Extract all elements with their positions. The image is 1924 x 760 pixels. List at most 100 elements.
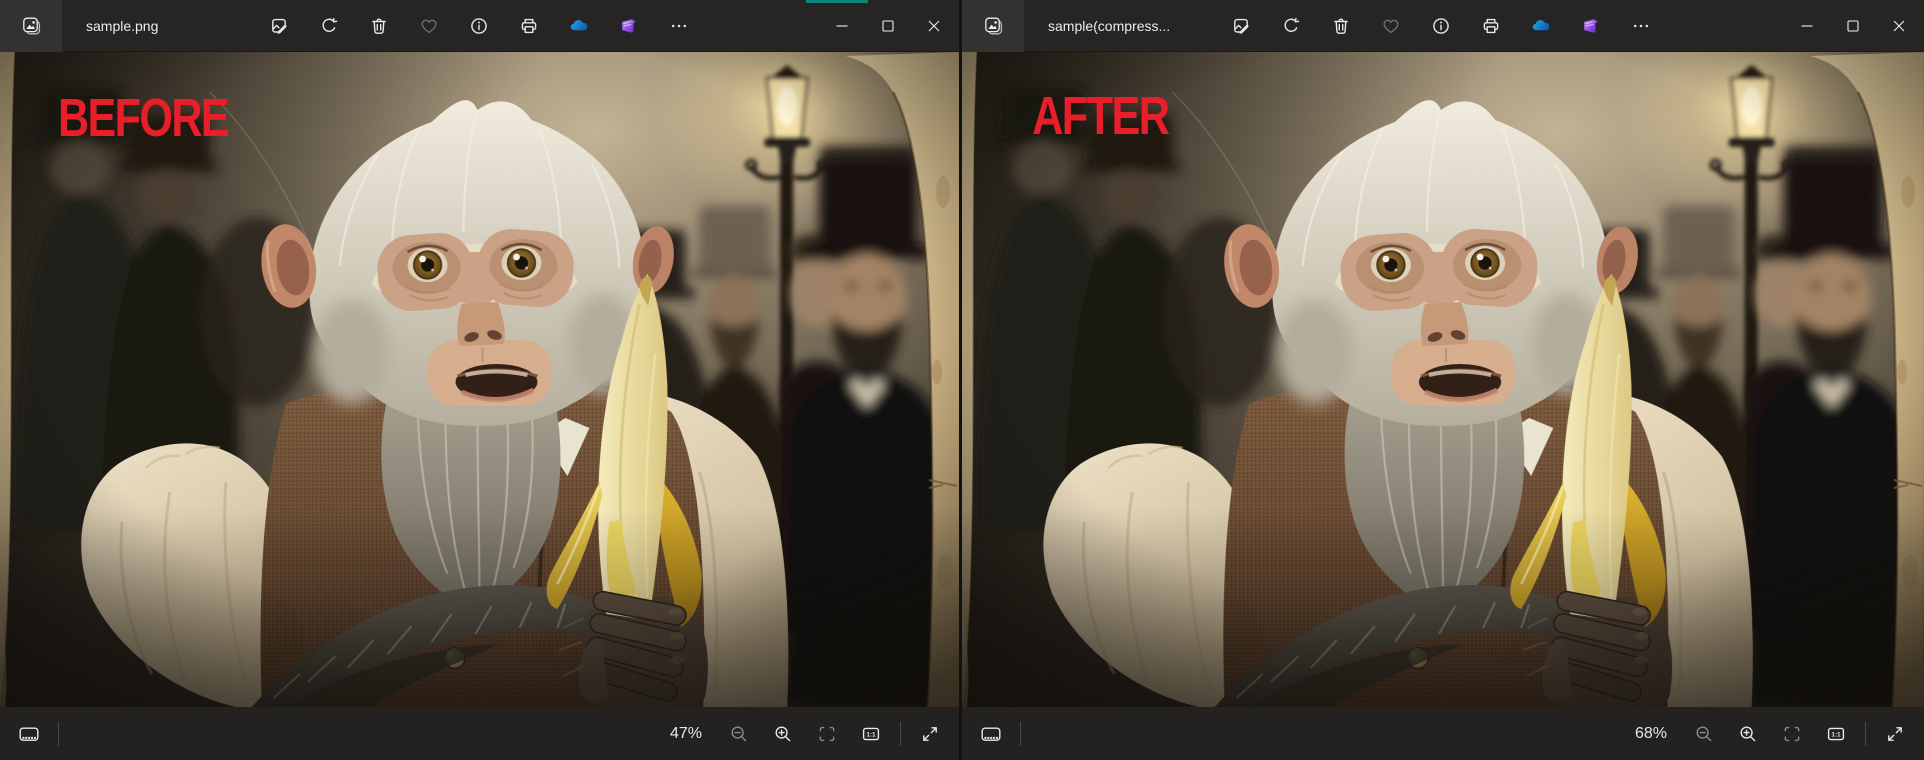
fullscreen-button[interactable] — [1880, 716, 1910, 752]
info-icon — [469, 16, 489, 36]
ellipsis-icon — [669, 16, 689, 36]
photos-app-icon — [983, 16, 1003, 36]
onedrive-cloud-icon — [569, 16, 589, 36]
zoom-in-button[interactable] — [768, 716, 798, 752]
print-button[interactable] — [1476, 7, 1506, 45]
statusbar: 68% 1:1 — [962, 707, 1924, 760]
zoom-out-button[interactable] — [1689, 716, 1719, 752]
filmstrip-icon — [18, 724, 40, 744]
photos-app-button[interactable] — [962, 0, 1024, 52]
fit-to-window-icon — [1782, 724, 1802, 744]
filmstrip-icon — [980, 724, 1002, 744]
photo-viewer-after[interactable]: AFTER — [962, 52, 1924, 707]
onedrive-button[interactable] — [1526, 7, 1556, 45]
filmstrip-toggle-button[interactable] — [14, 716, 44, 752]
divider — [58, 721, 59, 746]
actual-size-button[interactable]: 1:1 — [856, 716, 886, 752]
actual-size-button[interactable]: 1:1 — [1821, 716, 1851, 752]
clipchamp-icon — [1581, 16, 1601, 36]
titlebar: sample.png — [0, 0, 959, 52]
filmstrip-toggle-button[interactable] — [976, 716, 1006, 752]
fit-to-window-icon — [817, 724, 837, 744]
print-icon — [519, 16, 539, 36]
rotate-icon — [1281, 16, 1301, 36]
zoom-out-icon — [729, 724, 749, 744]
zoom-percentage: 47% — [669, 724, 702, 742]
statusbar: 47% 1:1 — [0, 707, 959, 760]
print-icon — [1481, 16, 1501, 36]
zoom-out-button[interactable] — [724, 716, 754, 752]
ellipsis-icon — [1631, 16, 1651, 36]
zoom-in-button[interactable] — [1733, 716, 1763, 752]
toolbar — [264, 0, 694, 52]
rotate-button[interactable] — [1276, 7, 1306, 45]
trash-icon — [1331, 16, 1351, 36]
divider — [900, 721, 901, 746]
zoom-out-icon — [1694, 724, 1714, 744]
onedrive-button[interactable] — [564, 7, 594, 45]
titlebar: sample(compress... — [962, 0, 1924, 52]
divider — [1865, 721, 1866, 746]
info-icon — [1431, 16, 1451, 36]
before-label: BEFORE — [58, 88, 228, 148]
window-title: sample(compress... — [1048, 17, 1171, 34]
print-button[interactable] — [514, 7, 544, 45]
actual-size-icon: 1:1 — [862, 727, 880, 740]
window-controls — [819, 0, 957, 52]
more-options-button[interactable] — [664, 7, 694, 45]
rotate-icon — [319, 16, 339, 36]
close-button[interactable] — [1876, 0, 1922, 52]
fullscreen-button[interactable] — [915, 716, 945, 752]
heart-icon — [1381, 16, 1401, 36]
info-button[interactable] — [1426, 7, 1456, 45]
edit-image-button[interactable] — [1226, 7, 1256, 45]
delete-button[interactable] — [364, 7, 394, 45]
delete-button[interactable] — [1326, 7, 1356, 45]
minimize-icon — [1797, 16, 1817, 36]
maximize-button[interactable] — [1830, 0, 1876, 52]
maximize-icon — [1843, 16, 1863, 36]
close-button[interactable] — [911, 0, 957, 52]
edit-image-icon — [1231, 16, 1251, 36]
favorite-button[interactable] — [414, 7, 444, 45]
clipchamp-icon — [619, 16, 639, 36]
fullscreen-icon — [920, 724, 940, 744]
favorite-button[interactable] — [1376, 7, 1406, 45]
more-options-button[interactable] — [1626, 7, 1656, 45]
photos-app-icon — [21, 16, 41, 36]
clipchamp-button[interactable] — [614, 7, 644, 45]
edit-image-button[interactable] — [264, 7, 294, 45]
clipchamp-button[interactable] — [1576, 7, 1606, 45]
maximize-icon — [878, 16, 898, 36]
onedrive-cloud-icon — [1531, 16, 1551, 36]
minimize-button[interactable] — [819, 0, 865, 52]
fullscreen-icon — [1885, 724, 1905, 744]
close-icon — [924, 16, 944, 36]
minimize-icon — [832, 16, 852, 36]
actual-size-icon: 1:1 — [1827, 727, 1845, 740]
trash-icon — [369, 16, 389, 36]
desktop: sample.png BEFORE 47% 1:1 sample(compres… — [0, 0, 1924, 760]
zoom-in-icon — [1738, 724, 1758, 744]
photos-window-before: sample.png BEFORE 47% 1:1 — [0, 0, 959, 760]
window-controls — [1784, 0, 1922, 52]
zoom-percentage: 68% — [1634, 724, 1667, 742]
edit-image-icon — [269, 16, 289, 36]
close-icon — [1889, 16, 1909, 36]
toolbar — [1226, 0, 1656, 52]
zoom-in-icon — [773, 724, 793, 744]
rotate-button[interactable] — [314, 7, 344, 45]
heart-icon — [419, 16, 439, 36]
maximize-button[interactable] — [865, 0, 911, 52]
minimize-button[interactable] — [1784, 0, 1830, 52]
photo-viewer-before[interactable]: BEFORE — [0, 52, 959, 707]
divider — [1020, 721, 1021, 746]
photos-app-button[interactable] — [0, 0, 62, 52]
fit-to-window-button[interactable] — [812, 716, 842, 752]
svg-text:1:1: 1:1 — [1831, 731, 1841, 738]
window-title: sample.png — [86, 17, 159, 34]
svg-text:1:1: 1:1 — [866, 731, 876, 738]
fit-to-window-button[interactable] — [1777, 716, 1807, 752]
info-button[interactable] — [464, 7, 494, 45]
photos-window-after: sample(compress... AFTER 68% 1:1 — [962, 0, 1924, 760]
